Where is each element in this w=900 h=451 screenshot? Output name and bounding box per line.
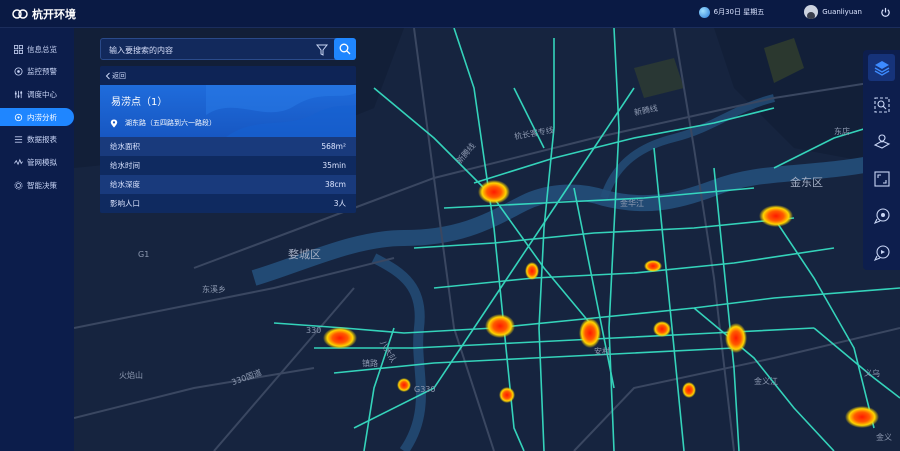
back-label: 返回 — [112, 72, 126, 80]
map-label-highway: G1 — [138, 250, 150, 259]
logo-icon — [12, 9, 28, 19]
info-row-value: 3人 — [333, 199, 346, 208]
sidebar-item-dispatch[interactable]: 调度中心 — [0, 85, 74, 103]
map-label-river-2: 金义江 — [754, 377, 778, 386]
sliders-icon — [14, 90, 23, 98]
map-toolbar — [863, 50, 900, 270]
map-label-district-2: 婺城区 — [288, 248, 321, 261]
monitor-icon — [14, 67, 23, 76]
sidebar-item-overview[interactable]: 信息总览 — [0, 40, 74, 58]
user-menu[interactable]: Guanliyuan — [804, 5, 862, 19]
route-icon — [873, 133, 890, 149]
power-button[interactable] — [878, 5, 892, 19]
sidebar-item-label: 监控预警 — [27, 67, 57, 77]
map-label-road: 镇路 — [362, 359, 378, 368]
header-wave-decoration — [206, 85, 356, 137]
location-pin-icon — [110, 119, 118, 127]
app-logo[interactable]: 杭开环境 — [12, 6, 76, 22]
sidebar-item-label: 管网模拟 — [27, 157, 57, 167]
power-icon — [880, 7, 890, 17]
info-header: 易涝点（1） 湖东路（五四路到六一路段） — [100, 85, 356, 137]
map-label-highway-3: G330 — [414, 385, 436, 394]
panel-address: 湖东路（五四路到六一路段） — [110, 118, 216, 128]
sidebar-item-analysis[interactable]: 内涝分析 — [0, 108, 74, 127]
map-label-village: 安村 — [594, 347, 610, 356]
weather-date: 6月30日 星期五 — [698, 6, 771, 18]
map-label-city: 义乌 — [864, 369, 880, 378]
layers-button[interactable] — [868, 54, 895, 81]
search-bar — [100, 38, 356, 60]
top-right-area: 6月30日 星期五 Guanliyuan — [698, 5, 892, 19]
info-rows: 给水面积 568m² 给水时间 35min 给水深度 38cm 影响人口 3人 — [100, 137, 356, 213]
sidebar-item-label: 数据报表 — [27, 135, 57, 145]
map-label-town-3: 金义 — [876, 433, 892, 442]
map-label-mountain: 火焰山 — [119, 371, 143, 380]
weather-icon — [698, 6, 710, 18]
chevron-left-icon — [105, 72, 110, 80]
info-row-area: 给水面积 568m² — [100, 137, 356, 156]
chat-icon — [873, 207, 890, 224]
logo-text: 杭开环境 — [32, 8, 76, 21]
zoom-search-icon — [873, 96, 890, 113]
fullscreen-button[interactable] — [868, 165, 895, 192]
date-text: 6月30日 星期五 — [713, 8, 765, 16]
panel-title: 易涝点（1） — [111, 97, 168, 108]
info-row-value: 568m² — [321, 142, 346, 151]
back-button[interactable]: 返回 — [104, 70, 126, 82]
map-label-district: 金东区 — [790, 176, 823, 189]
route-button[interactable] — [868, 128, 895, 155]
address-text: 湖东路（五四路到六一路段） — [125, 119, 216, 127]
grid-icon — [14, 44, 23, 54]
sidebar-item-reports[interactable]: 数据报表 — [0, 131, 74, 149]
info-row-label: 给水面积 — [110, 142, 140, 151]
sidebar-item-monitor[interactable]: 监控预警 — [0, 63, 74, 81]
avatar[interactable] — [804, 5, 819, 19]
info-row-time: 给水时间 35min — [100, 156, 356, 175]
search-input[interactable] — [109, 43, 309, 57]
chat-button[interactable] — [868, 202, 895, 229]
sidebar: 信息总览 监控预警 调度中心 内涝分析 数据报表 管网模拟 智能决策 — [0, 28, 74, 451]
zoom-search-button[interactable] — [868, 91, 895, 118]
filter-icon[interactable] — [315, 43, 329, 57]
gear-icon — [14, 181, 23, 190]
analysis-icon — [14, 113, 23, 121]
app-root: 杭开环境 6月30日 星期五 Guanliyuan 信息总览 监控预警 调度中心… — [0, 0, 900, 451]
info-row-value: 35min — [322, 161, 346, 170]
sidebar-item-label: 信息总览 — [27, 44, 57, 54]
top-bar: 杭开环境 6月30日 星期五 Guanliyuan — [0, 0, 900, 28]
feedback-button[interactable] — [868, 239, 895, 266]
search-button[interactable] — [334, 38, 356, 60]
sidebar-item-label: 智能决策 — [27, 180, 57, 190]
info-row-depth: 给水深度 38cm — [100, 175, 356, 194]
sidebar-item-decision[interactable]: 智能决策 — [0, 176, 74, 194]
map-label-town: 东溪乡 — [202, 285, 226, 294]
fullscreen-icon — [873, 170, 890, 187]
map-label-river: 金华江 — [620, 199, 644, 208]
info-row-value: 38cm — [325, 180, 346, 189]
info-row-label: 给水深度 — [110, 180, 140, 189]
sidebar-item-label: 调度中心 — [27, 89, 57, 99]
list-icon — [14, 136, 23, 143]
map-label-highway-2: 330 — [306, 326, 322, 335]
info-row-label: 给水时间 — [110, 161, 140, 170]
search-icon — [339, 43, 351, 55]
sidebar-item-label: 内涝分析 — [27, 112, 57, 122]
info-panel: 返回 易涝点（1） 湖东路（五四路到六一路段） 给水面积 568m² 给水时间 … — [100, 66, 356, 213]
wave-icon — [14, 158, 23, 166]
username[interactable]: Guanliyuan — [822, 8, 862, 16]
info-row-label: 影响人口 — [110, 199, 140, 208]
sidebar-item-simulation[interactable]: 管网模拟 — [0, 153, 74, 171]
map-label-town-2: 东店 — [834, 127, 850, 136]
feedback-icon — [873, 244, 890, 261]
layers-icon — [874, 60, 889, 76]
info-row-population: 影响人口 3人 — [100, 194, 356, 213]
